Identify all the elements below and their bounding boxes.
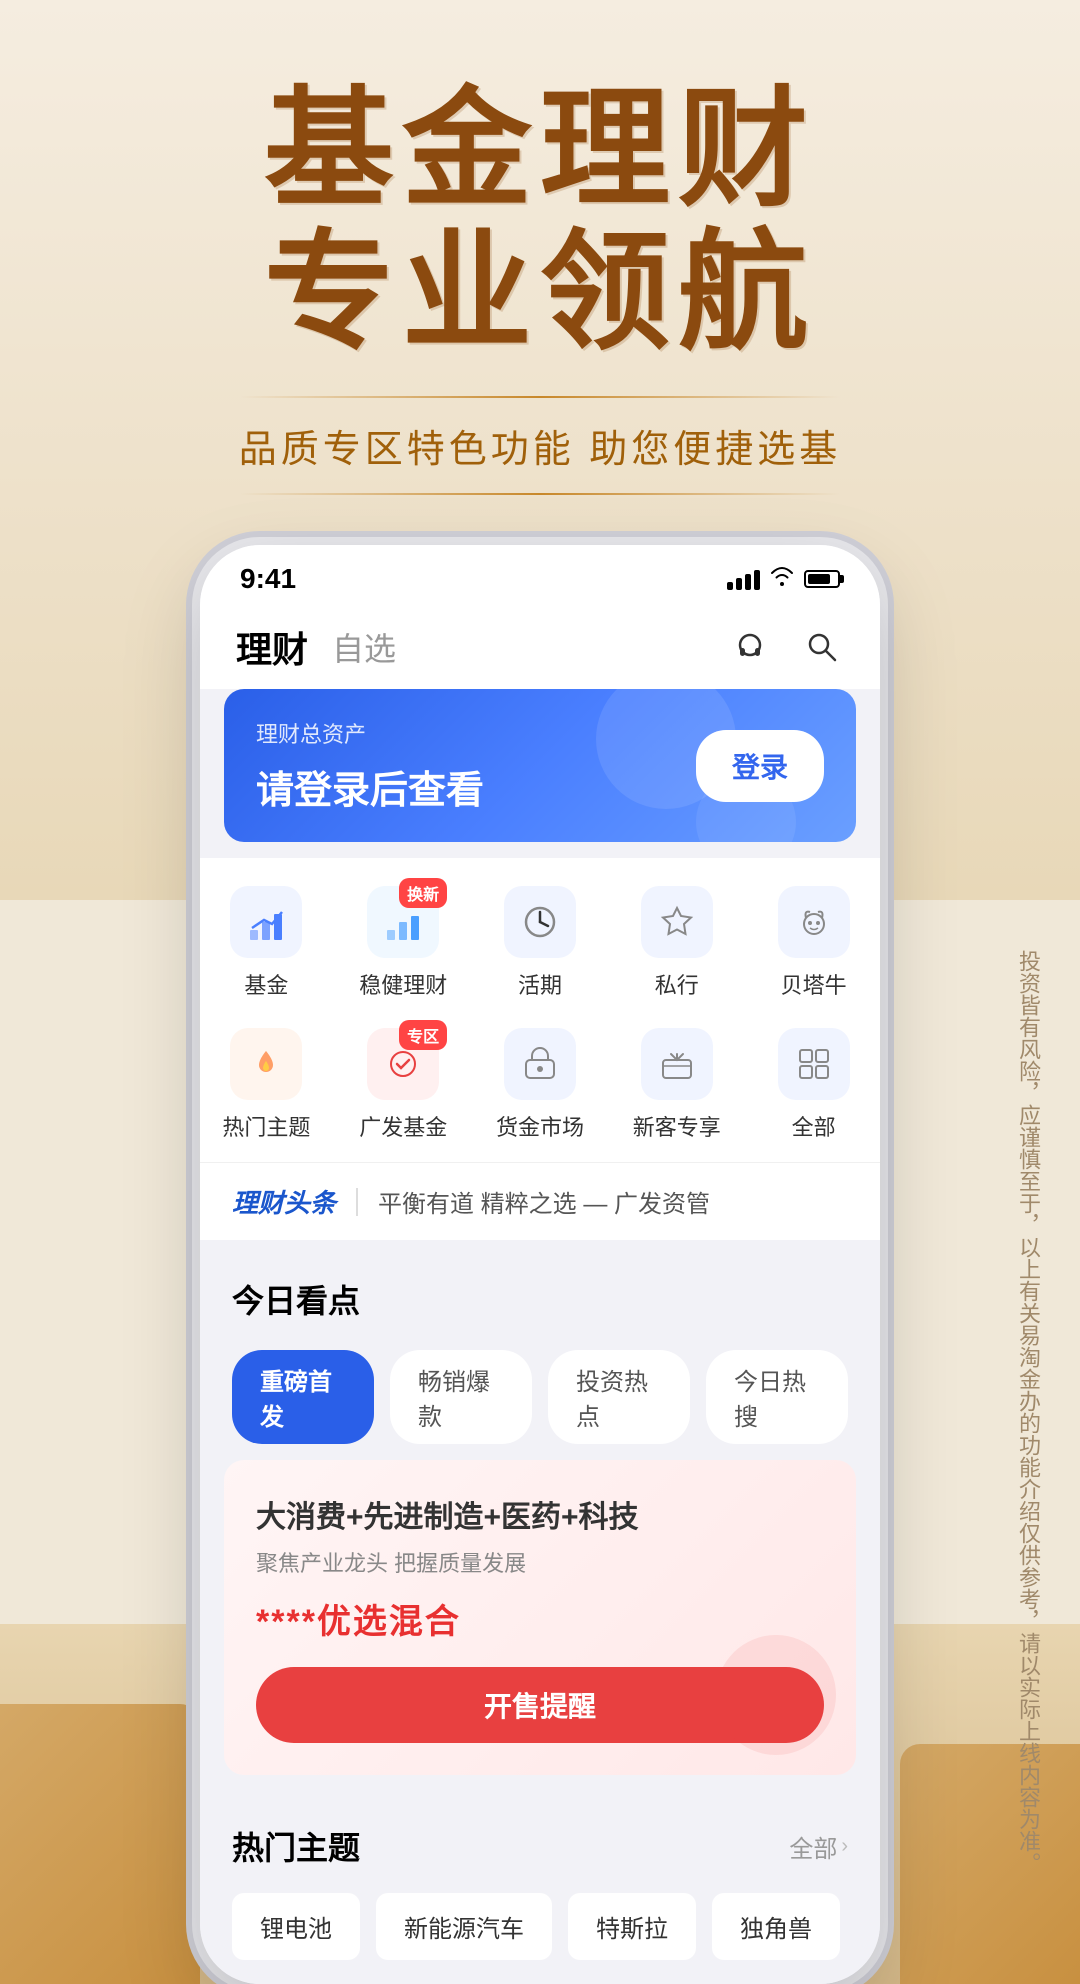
- menu-label-xin: 新客专享: [633, 1110, 721, 1142]
- nav-left: 理财 自选: [236, 621, 396, 673]
- sixing-icon: [641, 886, 713, 958]
- filter-tabs: 重磅首发 畅销爆款 投资热点 今日热搜: [200, 1350, 880, 1460]
- today-section: 今日看点 重磅首发 畅销爆款 投资热点 今日热搜 大消费+先进制造+医药+科技 …: [200, 1256, 880, 1803]
- status-time: 9:41: [240, 563, 296, 595]
- hot-themes-title: 热门主题: [232, 1823, 360, 1869]
- hero-divider-bottom: [240, 493, 840, 495]
- nav-title-active[interactable]: 理财: [236, 621, 308, 673]
- remen-icon: [230, 1028, 302, 1100]
- badge-zone: 专区: [399, 1020, 447, 1050]
- theme-tag-1[interactable]: 新能源汽车: [376, 1893, 552, 1960]
- hero-title: 基金理财 专业领航: [0, 80, 1080, 366]
- banner: 理财总资产 请登录后查看 登录: [224, 689, 856, 842]
- beitaaniu-icon: [778, 886, 850, 958]
- phone-wrapper: 9:41: [0, 545, 1080, 1984]
- guangfa-icon: 专区: [367, 1028, 439, 1100]
- status-icons: [727, 566, 840, 592]
- phone-mockup: 9:41: [200, 545, 880, 1984]
- badge-new: 换新: [399, 878, 447, 908]
- battery-icon: [804, 570, 840, 588]
- tab-zhongpang[interactable]: 重磅首发: [232, 1350, 374, 1444]
- menu-item-xin[interactable]: 新客专享: [610, 1016, 743, 1154]
- menu-item-beitaaniu[interactable]: 贝塔牛: [747, 874, 880, 1012]
- menu-label-sixing: 私行: [655, 968, 699, 1000]
- menu-label-beitaaniu: 贝塔牛: [781, 968, 847, 1000]
- menu-label-remen: 热门主题: [222, 1110, 310, 1142]
- fund-card: 大消费+先进制造+医药+科技 聚焦产业龙头 把握质量发展 ****优选混合 开售…: [224, 1460, 856, 1775]
- tab-changxiao[interactable]: 畅销爆款: [390, 1350, 532, 1444]
- menu-label-huojin: 货金市场: [496, 1110, 584, 1142]
- news-ticker[interactable]: 理财头条 平衡有道 精粹之选 — 广发资管: [200, 1162, 880, 1240]
- search-icon[interactable]: [800, 625, 844, 669]
- menu-item-sixing[interactable]: 私行: [610, 874, 743, 1012]
- hot-themes-section: 热门主题 全部 › 锂电池 新能源汽车 特斯拉 独角兽: [200, 1803, 880, 1984]
- news-text: 平衡有道 精粹之选 — 广发资管: [378, 1184, 710, 1219]
- news-brand: 理财头条: [232, 1183, 336, 1220]
- menu-label-quanbu: 全部: [792, 1110, 836, 1142]
- menu-item-guangfa[interactable]: 专区 广发基金: [337, 1016, 470, 1154]
- battery-fill: [808, 574, 830, 584]
- theme-tag-0[interactable]: 锂电池: [232, 1893, 360, 1960]
- huojin-icon: [504, 1028, 576, 1100]
- banner-main-text: 请登录后查看: [256, 759, 484, 814]
- menu-item-jijin[interactable]: 基金: [200, 874, 333, 1012]
- signal-bars-icon: [727, 568, 760, 590]
- menu-label-guangfa: 广发基金: [359, 1110, 447, 1142]
- wifi-icon: [770, 566, 794, 592]
- menu-label-jijin: 基金: [244, 968, 288, 1000]
- huoqi-icon: [504, 886, 576, 958]
- hot-themes-header: 热门主题 全部 ›: [200, 1803, 880, 1877]
- menu-label-wenjian: 稳健理财: [359, 968, 447, 1000]
- menu-item-wenjian[interactable]: 换新 稳健理财: [337, 874, 470, 1012]
- fund-card-subtitle: 聚焦产业龙头 把握质量发展: [256, 1546, 824, 1578]
- fund-card-decoration: [716, 1635, 836, 1755]
- hero-title-line1: 基金理财: [0, 80, 1080, 223]
- nav-title-inactive[interactable]: 自选: [332, 624, 396, 670]
- fund-card-title: 大消费+先进制造+医药+科技: [256, 1492, 824, 1536]
- menu-label-huoqi: 活期: [518, 968, 562, 1000]
- hero-section: 基金理财 专业领航 品质专区特色功能 助您便捷选基: [0, 0, 1080, 495]
- side-disclaimer: 投资皆有风险，应谨慎至于，以上有关易淘金办的功能介绍仅供参考，请以实际上线内容为…: [1006, 950, 1050, 1874]
- tab-touzi[interactable]: 投资热点: [548, 1350, 690, 1444]
- tab-jintire[interactable]: 今日热搜: [706, 1350, 848, 1444]
- hero-divider-top: [240, 396, 840, 398]
- menu-grid: 基金 换新 稳健理财: [200, 858, 880, 1162]
- wenjian-icon: 换新: [367, 886, 439, 958]
- hero-title-line2: 专业领航: [0, 223, 1080, 366]
- hot-themes-more-label: 全部: [789, 1829, 837, 1864]
- quanbu-icon: [778, 1028, 850, 1100]
- banner-login-button[interactable]: 登录: [696, 730, 824, 802]
- nav-right: [728, 625, 844, 669]
- today-title: 今日看点: [232, 1276, 848, 1322]
- xin-icon: [641, 1028, 713, 1100]
- nav-bar: 理财 自选: [200, 605, 880, 689]
- jijin-icon: [230, 886, 302, 958]
- menu-item-huojin[interactable]: 货金市场: [474, 1016, 607, 1154]
- fund-card-name: ****优选混合: [256, 1594, 824, 1643]
- theme-tag-2[interactable]: 特斯拉: [568, 1893, 696, 1960]
- menu-item-remen[interactable]: 热门主题: [200, 1016, 333, 1154]
- chevron-right-icon: ›: [841, 1835, 848, 1858]
- headphone-icon[interactable]: [728, 625, 772, 669]
- theme-tag-3[interactable]: 独角兽: [712, 1893, 840, 1960]
- section-header: 今日看点: [200, 1256, 880, 1350]
- menu-item-quanbu[interactable]: 全部: [747, 1016, 880, 1154]
- news-divider: [356, 1188, 358, 1216]
- hero-subtitle: 品质专区特色功能 助您便捷选基: [0, 418, 1080, 473]
- status-bar: 9:41: [200, 545, 880, 605]
- banner-left: 理财总资产 请登录后查看: [256, 717, 484, 814]
- hot-themes-more[interactable]: 全部 ›: [789, 1829, 848, 1864]
- banner-label: 理财总资产: [256, 717, 484, 749]
- menu-item-huoqi[interactable]: 活期: [474, 874, 607, 1012]
- theme-tags: 锂电池 新能源汽车 特斯拉 独角兽: [200, 1877, 880, 1984]
